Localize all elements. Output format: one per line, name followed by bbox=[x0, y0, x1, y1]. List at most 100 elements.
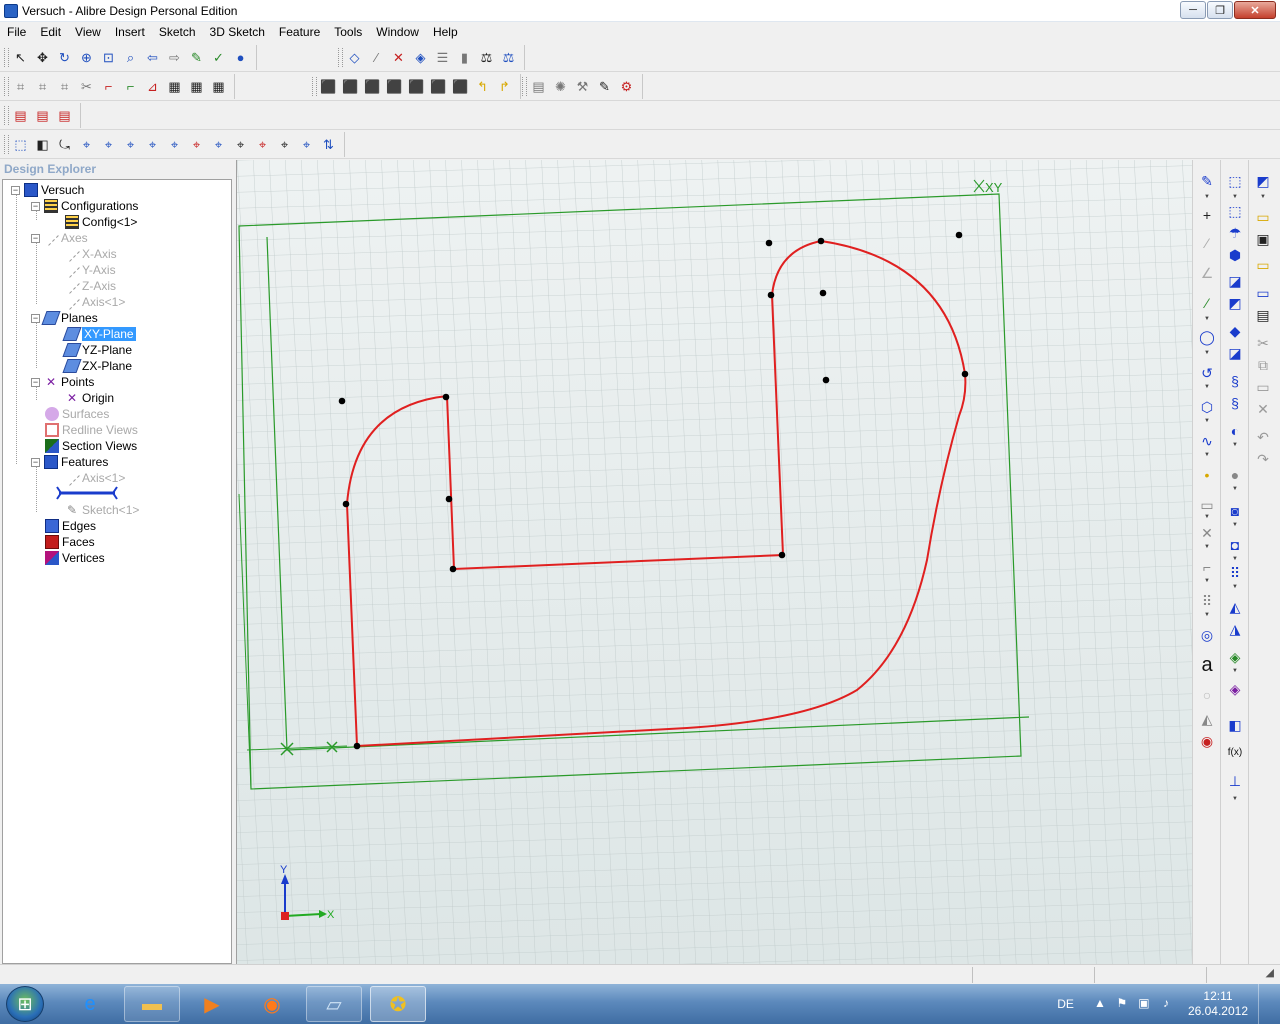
alibre-app-icon[interactable] bbox=[4, 3, 18, 18]
undo-icon[interactable]: ↶ bbox=[1252, 428, 1274, 446]
scale-icon[interactable]: ◮ bbox=[1224, 620, 1246, 638]
arc-center-point[interactable] bbox=[338, 397, 346, 405]
view-cube-1-icon[interactable]: ⬛ bbox=[318, 76, 339, 97]
rotate-left-icon[interactable]: ↰ bbox=[472, 76, 493, 97]
tree-node-edges[interactable]: Edges bbox=[45, 518, 96, 534]
resize-grip-icon[interactable]: ◢ bbox=[1266, 966, 1274, 979]
dropdown-arrow-icon[interactable]: ▼ bbox=[1232, 522, 1238, 528]
trim-icon[interactable]: ▭ bbox=[1196, 496, 1218, 514]
menu-view[interactable]: View bbox=[68, 22, 108, 42]
surface-icon[interactable]: ◈ bbox=[1224, 680, 1246, 698]
spline-control-point[interactable] bbox=[822, 376, 830, 384]
blob-icon[interactable]: ● bbox=[1224, 466, 1246, 484]
balance-icon[interactable]: ⚖ bbox=[498, 47, 519, 68]
grid-3-icon[interactable]: ▦ bbox=[208, 76, 229, 97]
offset-icon[interactable]: ⌐ bbox=[120, 76, 141, 97]
measure-feature-icon[interactable]: ⊥ bbox=[1224, 772, 1246, 790]
dimension-icon[interactable]: ⊿ bbox=[142, 76, 163, 97]
alibre-taskbar-icon[interactable]: ✪ bbox=[370, 986, 426, 1022]
tree-node-points[interactable]: − ✕ Points bbox=[31, 374, 94, 390]
tree-node-z-axis[interactable]: Z-Axis bbox=[64, 278, 116, 294]
menu-tools[interactable]: Tools bbox=[327, 22, 369, 42]
tree-node-section-views[interactable]: Section Views bbox=[45, 438, 137, 454]
feature-9-icon[interactable]: ⌖ bbox=[252, 134, 273, 155]
print-icon[interactable]: ▤ bbox=[1252, 306, 1274, 324]
dropdown-arrow-icon[interactable]: ▼ bbox=[1232, 668, 1238, 674]
hide-list-icon[interactable]: ☰ bbox=[432, 47, 453, 68]
corner-icon[interactable]: ⌐ bbox=[98, 76, 119, 97]
pdf-export-2-icon[interactable]: ▤ bbox=[32, 105, 53, 126]
tools-icon[interactable]: ✎ bbox=[594, 76, 615, 97]
target-icon[interactable]: ◎ bbox=[1196, 626, 1218, 644]
rollback-bar-icon[interactable] bbox=[55, 486, 119, 500]
monitor-icon[interactable]: ▭ bbox=[1252, 284, 1274, 302]
extrude-cut-icon[interactable]: ⬚ bbox=[1224, 202, 1246, 220]
previous-view-icon[interactable]: ⇦ bbox=[142, 47, 163, 68]
feature-7-icon[interactable]: ⌖ bbox=[208, 134, 229, 155]
show-desktop-button[interactable] bbox=[1258, 984, 1272, 1024]
color-palette-icon[interactable]: ◉ bbox=[1196, 732, 1218, 750]
menu-file[interactable]: File bbox=[0, 22, 33, 42]
menu-feature[interactable]: Feature bbox=[272, 22, 327, 42]
show-hidden-icons-icon[interactable]: ▲ bbox=[1092, 996, 1108, 1012]
linear-pattern-icon[interactable]: ⠿ bbox=[1224, 564, 1246, 582]
dropdown-arrow-icon[interactable]: ▼ bbox=[1232, 442, 1238, 448]
pan-icon[interactable]: ✥ bbox=[32, 47, 53, 68]
collapse-icon[interactable]: − bbox=[11, 185, 20, 195]
revolve-icon[interactable]: ⤿ bbox=[54, 134, 75, 155]
wrench-icon[interactable]: ⚒ bbox=[572, 76, 593, 97]
next-view-icon[interactable]: ⇨ bbox=[164, 47, 185, 68]
collapse-icon[interactable]: − bbox=[31, 233, 40, 243]
view-cube-3-icon[interactable]: ⬛ bbox=[362, 76, 383, 97]
collapse-icon[interactable]: − bbox=[31, 457, 40, 467]
feature-6-icon[interactable]: ⌖ bbox=[186, 134, 207, 155]
constraint-2-icon[interactable]: ⌗ bbox=[32, 76, 53, 97]
maximize-button[interactable]: ❐ bbox=[1207, 1, 1233, 19]
tree-node-faces[interactable]: Faces bbox=[45, 534, 95, 550]
view-cube-2-icon[interactable]: ⬛ bbox=[340, 76, 361, 97]
sweep-icon[interactable]: ◪ bbox=[1224, 272, 1246, 290]
feature-11-icon[interactable]: ⌖ bbox=[296, 134, 317, 155]
extrude-icon[interactable]: ⬚ bbox=[10, 134, 31, 155]
hole-icon[interactable]: ○ bbox=[1196, 686, 1218, 704]
explorer-folder-icon[interactable]: ▬ bbox=[124, 986, 180, 1022]
fillet-feature-icon[interactable]: ◪ bbox=[1224, 344, 1246, 362]
menu-window[interactable]: Window bbox=[369, 22, 426, 42]
feature-2-icon[interactable]: ⌖ bbox=[98, 134, 119, 155]
tree-node-y-axis[interactable]: Y-Axis bbox=[64, 262, 116, 278]
dropdown-arrow-icon[interactable]: ▼ bbox=[1232, 584, 1238, 590]
pdf-export-icon[interactable]: ▤ bbox=[10, 105, 31, 126]
tree-node-config1[interactable]: Config<1> bbox=[65, 214, 137, 230]
feature-3-icon[interactable]: ⌖ bbox=[120, 134, 141, 155]
line-disabled-icon[interactable]: ⁄ bbox=[1196, 234, 1218, 252]
feature-5-icon[interactable]: ⌖ bbox=[164, 134, 185, 155]
pattern-icon[interactable]: ⠿ bbox=[1196, 592, 1218, 610]
menu-sketch[interactable]: Sketch bbox=[152, 22, 203, 42]
thread-2-icon[interactable]: § bbox=[1224, 394, 1246, 412]
sketch-vertex[interactable] bbox=[449, 565, 457, 573]
rotate-right-icon[interactable]: ↱ bbox=[494, 76, 515, 97]
volume-icon[interactable]: ♪ bbox=[1158, 996, 1174, 1012]
redo-icon[interactable]: ↷ bbox=[1252, 450, 1274, 468]
arc-center-point[interactable] bbox=[765, 239, 773, 247]
tree-node-x-axis[interactable]: X-Axis bbox=[64, 246, 117, 262]
coordinate-icon[interactable]: ◈ bbox=[410, 47, 431, 68]
hide-icon[interactable]: ▮ bbox=[454, 47, 475, 68]
language-indicator[interactable]: DE bbox=[1057, 997, 1074, 1011]
fillet-icon[interactable]: ⌐ bbox=[1196, 558, 1218, 576]
sketch-vertex[interactable] bbox=[353, 742, 361, 750]
measure-icon[interactable]: ⚖ bbox=[476, 47, 497, 68]
select-arrow-icon[interactable]: ↖ bbox=[10, 47, 31, 68]
tree-node-planes[interactable]: − Planes bbox=[31, 310, 98, 326]
sketch-vertex[interactable] bbox=[445, 495, 453, 503]
render-icon[interactable]: ● bbox=[230, 47, 251, 68]
zoom-in-icon[interactable]: ⊕ bbox=[76, 47, 97, 68]
media-player-icon[interactable]: ▶ bbox=[184, 986, 240, 1022]
extrude-boss-icon[interactable]: ⬚ bbox=[1224, 172, 1246, 190]
delete-icon[interactable]: ✕ bbox=[1252, 400, 1274, 418]
dropdown-arrow-icon[interactable]: ▼ bbox=[1232, 556, 1238, 562]
sketch-vertex[interactable] bbox=[817, 237, 825, 245]
sketch-mode-icon[interactable]: ✎ bbox=[1196, 172, 1218, 190]
view-cube-7-icon[interactable]: ⬛ bbox=[450, 76, 471, 97]
tree-node-feature-axis1[interactable]: Axis<1> bbox=[64, 470, 125, 486]
